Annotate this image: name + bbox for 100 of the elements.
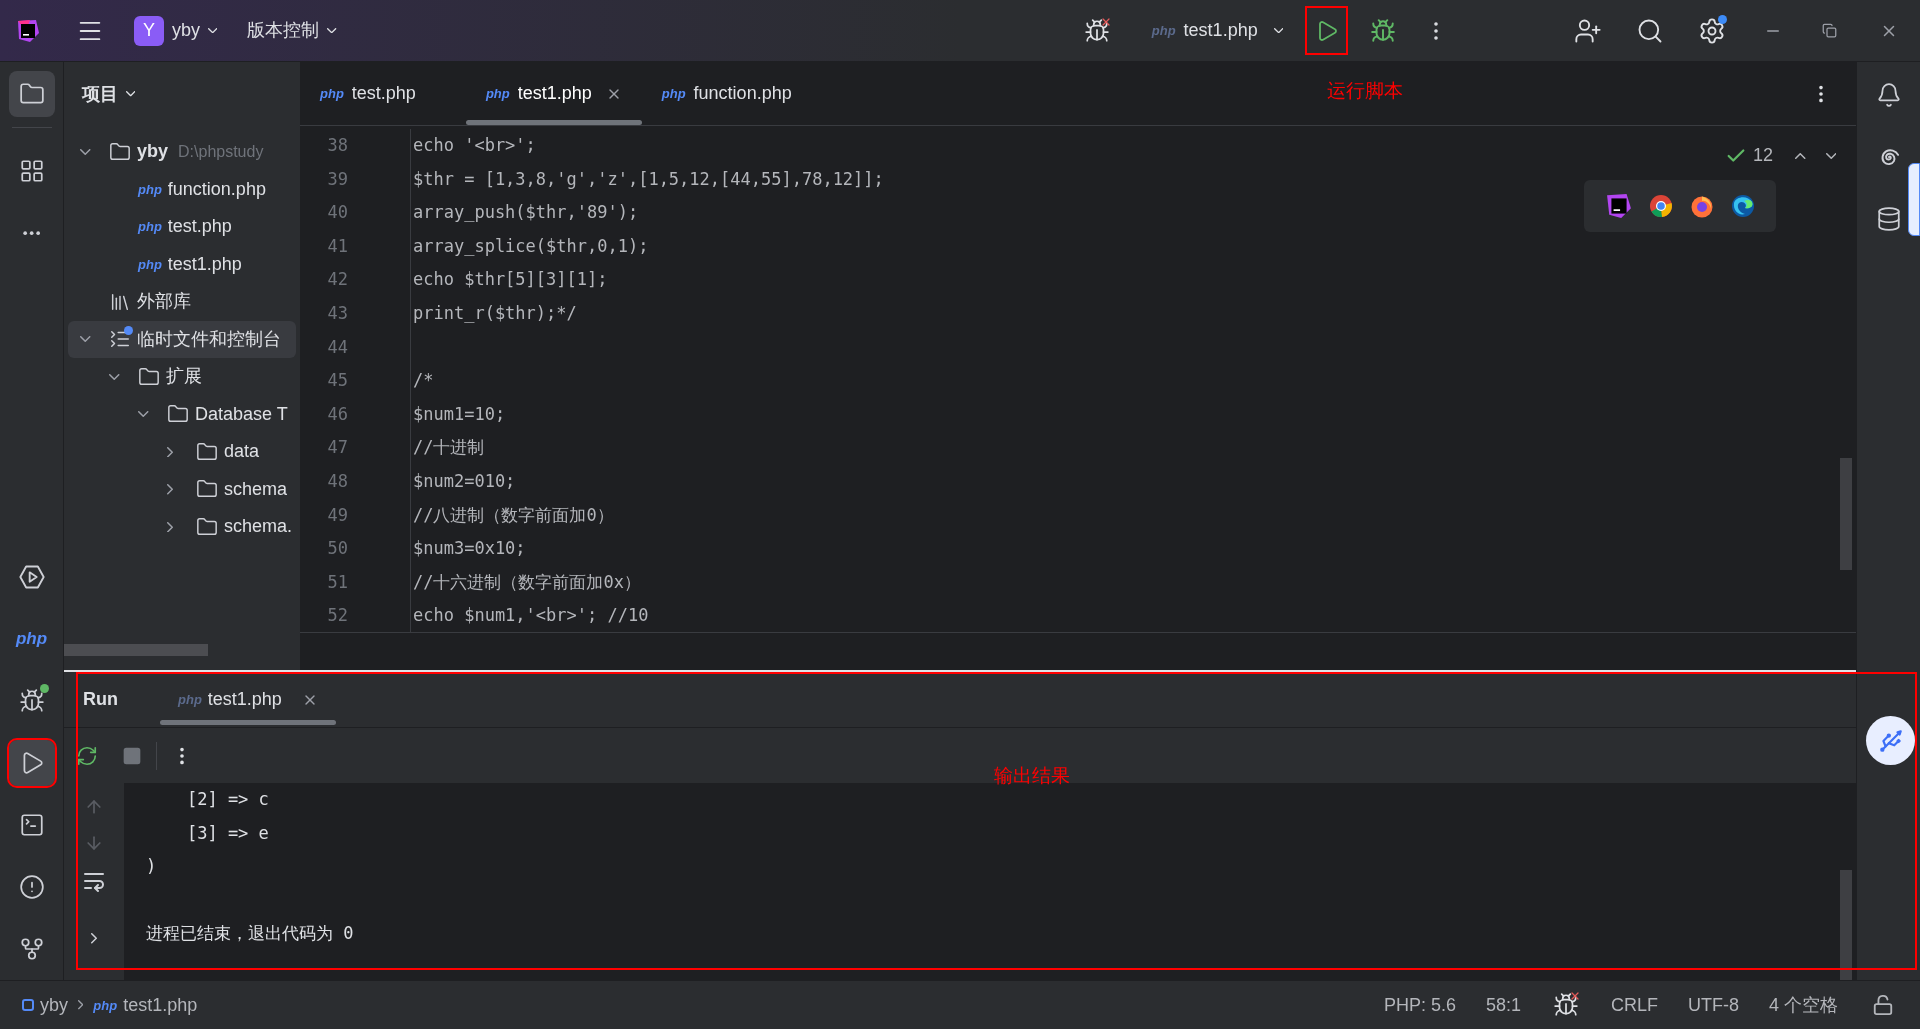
debug-icon[interactable]	[1370, 17, 1396, 44]
chevron-down-icon	[126, 91, 136, 97]
code-line: //八进制（数字前面加0）	[413, 503, 614, 527]
project-name: yby	[172, 19, 200, 42]
tree-item[interactable]: php function.php	[68, 170, 296, 208]
side-handle[interactable]	[1908, 163, 1920, 236]
tree-item[interactable]: schema	[68, 470, 296, 508]
lock-icon[interactable]	[1872, 994, 1894, 1016]
php-label: php	[178, 693, 202, 706]
line-number: 44	[326, 335, 348, 359]
status-item[interactable]: 58:1	[1485, 991, 1521, 1019]
line-number: 39	[326, 167, 348, 191]
line-number: 48	[326, 470, 348, 493]
tree-item[interactable]: 扩展	[68, 358, 296, 396]
services-icon[interactable]	[17, 563, 46, 591]
app-logo-icon[interactable]	[16, 18, 40, 43]
browser-icon[interactable]	[1689, 194, 1714, 218]
line-number: 50	[326, 537, 348, 561]
run-button[interactable]	[1305, 6, 1348, 55]
output-line: )	[146, 855, 157, 879]
php-label: php	[93, 998, 118, 1012]
project-path: D:\phpstudy	[178, 141, 264, 162]
php-logo[interactable]: php	[15, 626, 48, 652]
tree-item[interactable]: php test1.php	[68, 245, 296, 283]
line-number: 52	[326, 604, 348, 628]
breadcrumb[interactable]: php test1.php	[93, 991, 198, 1019]
chevron-right-icon	[167, 484, 173, 495]
inspection-widget[interactable]: 12	[1724, 142, 1836, 169]
branch-icon	[18, 936, 45, 962]
project-switcher[interactable]: Y yby	[134, 15, 218, 46]
chevron-right-icon[interactable]	[91, 933, 97, 944]
chevron-down-icon	[1273, 27, 1283, 34]
rerun-icon[interactable]	[76, 744, 98, 767]
tool-window-button[interactable]: php	[8, 616, 55, 662]
chevron-up-icon	[1795, 152, 1806, 159]
tree-item[interactable]: schema.	[68, 508, 296, 546]
restore-icon[interactable]	[1822, 23, 1837, 38]
notification-icon[interactable]	[1875, 82, 1902, 108]
module-icon	[22, 999, 34, 1011]
bug-icon	[18, 688, 45, 714]
line-number: 46	[326, 402, 348, 426]
usb-icon	[1877, 727, 1904, 754]
code-line: /*	[413, 369, 434, 393]
vcs-menu[interactable]: 版本控制	[247, 17, 337, 44]
output-line: [2] => c	[185, 788, 269, 812]
code-line: $thr = [1,3,8,'g','z',[1,5,12,[44,55],78,12]];	[413, 167, 884, 191]
php-label: php	[138, 257, 162, 271]
tree-item[interactable]: 临时文件和控制台	[68, 320, 296, 358]
chevron-down-icon	[138, 411, 149, 418]
annotation-label: 输出结果	[994, 763, 1070, 788]
stop-icon[interactable]	[122, 745, 142, 766]
editor-tab[interactable]: php test1.php	[465, 62, 642, 125]
project-avatar: Y	[134, 15, 164, 46]
tree-item[interactable]: php test.php	[68, 208, 296, 246]
run-config-selector[interactable]: php test1.php	[1151, 17, 1283, 44]
status-item[interactable]: UTF-8	[1688, 991, 1739, 1019]
editor-tab[interactable]: php function.php	[641, 62, 842, 125]
chevron-down-icon	[208, 27, 218, 34]
code-line: //十六进制（数字前面加0x）	[413, 570, 641, 594]
code-line: $num2=010;	[413, 470, 516, 493]
status-item[interactable]: 4 个空格	[1769, 991, 1838, 1019]
folder-icon	[18, 81, 45, 107]
tree-item[interactable]: data	[68, 433, 296, 471]
chevron-down-icon	[80, 336, 91, 343]
usb-button[interactable]	[1866, 716, 1915, 765]
line-number: 40	[326, 201, 348, 225]
php-label: php	[138, 182, 162, 196]
tree-item[interactable]: 外部库	[68, 283, 296, 321]
code-line: echo $num1,'<br>'; //10	[413, 604, 649, 628]
code-line: echo $thr[5][3][1];	[413, 268, 608, 292]
scrollbar[interactable]	[1840, 458, 1852, 570]
database-icon[interactable]	[1875, 206, 1902, 232]
status-item[interactable]: PHP: 5.6	[1383, 991, 1456, 1019]
browser-icon[interactable]	[1730, 194, 1755, 218]
chevron-right-icon	[167, 521, 173, 532]
code-line: //十进制	[413, 436, 485, 460]
line-number: 42	[326, 268, 348, 292]
panel-title[interactable]: 项目	[82, 80, 118, 108]
folder-icon	[196, 515, 218, 538]
scrollbar[interactable]	[1840, 870, 1852, 980]
tree-item[interactable]: yby D:\phpstudy	[68, 133, 296, 171]
settings-icon[interactable]	[1698, 16, 1726, 45]
line-number: 45	[326, 369, 348, 393]
editor-tab[interactable]: php test.php	[300, 62, 466, 125]
tree-item[interactable]: Database T	[68, 395, 296, 433]
code-line: echo '<br>';	[413, 134, 536, 158]
chevron-down-icon	[1825, 152, 1836, 159]
run-tab[interactable]: php test1.php	[160, 672, 336, 727]
status-item[interactable]: CRLF	[1610, 991, 1658, 1019]
browser-icon[interactable]	[1648, 194, 1673, 218]
tool-window-button[interactable]	[8, 740, 55, 786]
code-line: $num1=10;	[413, 402, 506, 426]
scrollbar[interactable]	[64, 644, 208, 656]
breadcrumb[interactable]: yby	[22, 991, 68, 1019]
app-icon[interactable]	[1605, 193, 1632, 219]
chevron-right-icon	[78, 1000, 84, 1010]
php-label: php	[138, 220, 162, 234]
chevron-right-icon	[167, 446, 173, 457]
chevron-down-icon	[327, 27, 337, 34]
tool-window-button[interactable]	[8, 71, 55, 117]
